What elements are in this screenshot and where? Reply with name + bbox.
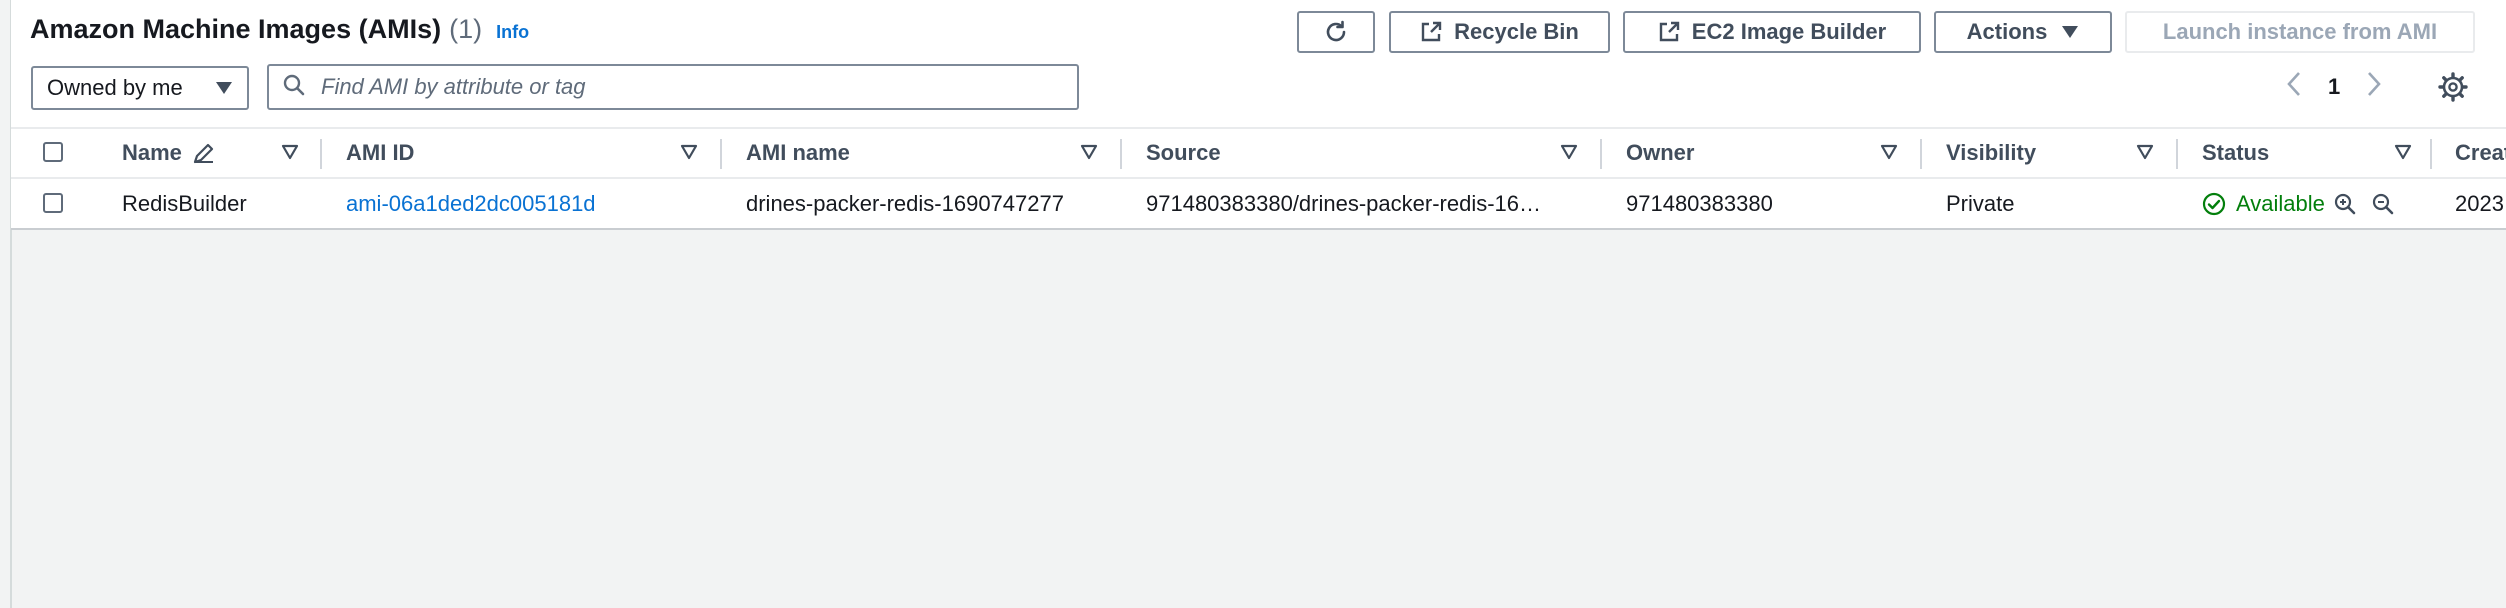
row-checkbox[interactable] [43, 193, 63, 213]
table-row[interactable]: RedisBuilder ami-06a1ded2dc005181d drine… [11, 179, 2506, 228]
table-header: Name AMI ID AMI name Source Owner Visibi… [11, 127, 2506, 179]
refresh-button[interactable] [1297, 11, 1375, 53]
sort-icon[interactable] [2136, 144, 2154, 165]
launch-instance-button[interactable]: Launch instance from AMI [2125, 11, 2475, 53]
ec2-image-builder-button[interactable]: EC2 Image Builder [1623, 11, 1921, 53]
caret-down-icon [2061, 25, 2079, 39]
ec2-image-builder-label: EC2 Image Builder [1691, 19, 1887, 44]
zoom-in-icon[interactable] [2333, 192, 2357, 216]
item-count: (1) [449, 14, 483, 44]
column-header-ami-name[interactable]: AMI name [746, 129, 850, 177]
sort-icon[interactable] [1080, 144, 1098, 165]
sort-icon[interactable] [2394, 144, 2412, 165]
search-icon [283, 74, 305, 101]
previous-page-icon[interactable] [2286, 71, 2302, 103]
cell-ami-id-link[interactable]: ami-06a1ded2dc005181d [346, 179, 706, 228]
recycle-bin-button[interactable]: Recycle Bin [1389, 11, 1610, 53]
cell-source: 971480383380/drines-packer-redis-16… [1146, 190, 1542, 216]
column-header-name[interactable]: Name [122, 129, 216, 177]
page-title: Amazon Machine Images (AMIs) [30, 14, 442, 44]
column-divider[interactable] [1120, 139, 1122, 169]
pagination: 1 [2286, 70, 2382, 104]
header: Amazon Machine Images (AMIs) (1) Info [30, 14, 529, 54]
sort-icon[interactable] [1880, 144, 1898, 165]
cell-creation-date: 2023 [2455, 190, 2504, 216]
recycle-bin-label: Recycle Bin [1454, 19, 1579, 44]
cell-name: RedisBuilder [122, 190, 247, 216]
cell-owner: 971480383380 [1626, 190, 1773, 216]
status-text: Available [2236, 190, 2325, 216]
refresh-icon [1323, 19, 1349, 45]
zoom-out-icon[interactable] [2371, 192, 2395, 216]
external-link-icon [1658, 21, 1680, 43]
sort-icon[interactable] [281, 144, 299, 165]
next-page-icon[interactable] [2366, 71, 2382, 103]
sort-icon[interactable] [680, 144, 698, 165]
column-divider[interactable] [2430, 139, 2432, 169]
column-header-owner[interactable]: Owner [1626, 129, 1694, 177]
column-divider[interactable] [720, 139, 722, 169]
check-circle-icon [2202, 192, 2226, 216]
sort-icon[interactable] [1560, 144, 1578, 165]
search-field[interactable] [267, 64, 1079, 110]
actions-label: Actions [1966, 19, 2048, 44]
launch-instance-label: Launch instance from AMI [2162, 19, 2438, 44]
column-header-status[interactable]: Status [2202, 129, 2269, 177]
column-header-source[interactable]: Source [1146, 129, 1221, 177]
info-link[interactable]: Info [496, 22, 529, 43]
column-divider[interactable] [1600, 139, 1602, 169]
settings-gear-icon[interactable] [2438, 72, 2468, 107]
column-divider[interactable] [1920, 139, 1922, 169]
cell-status: Available [2202, 179, 2442, 228]
actions-dropdown-button[interactable]: Actions [1934, 11, 2112, 53]
external-link-icon [1420, 21, 1442, 43]
select-all-checkbox[interactable] [43, 142, 63, 162]
column-header-ami-id[interactable]: AMI ID [346, 129, 414, 177]
current-page-number[interactable]: 1 [2328, 74, 2340, 100]
owner-filter-select[interactable]: Owned by me [31, 66, 249, 110]
caret-down-icon [215, 75, 233, 101]
column-divider[interactable] [320, 139, 322, 169]
search-input[interactable] [319, 73, 1023, 101]
cell-ami-name: drines-packer-redis-1690747277 [746, 190, 1064, 216]
column-header-creation-date[interactable]: Creat [2455, 129, 2506, 177]
column-header-visibility[interactable]: Visibility [1946, 129, 2036, 177]
owner-filter-value: Owned by me [47, 75, 183, 100]
column-divider[interactable] [2176, 139, 2178, 169]
edit-pencil-icon [192, 141, 216, 165]
cell-visibility: Private [1946, 190, 2015, 216]
